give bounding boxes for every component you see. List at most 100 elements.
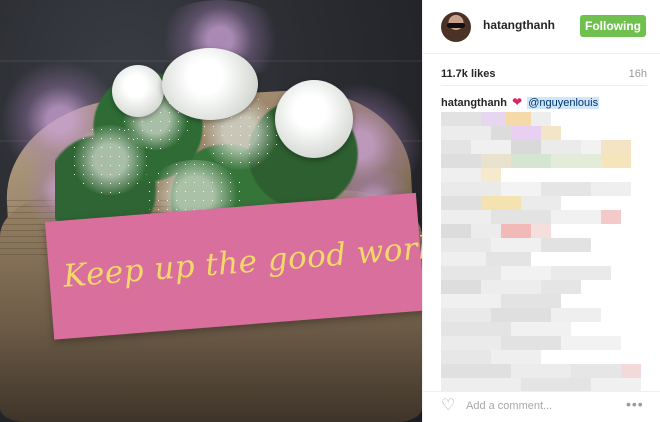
pixel-block: [601, 140, 631, 154]
pixel-block: [491, 210, 551, 224]
pixel-block: [551, 154, 601, 168]
pixel-block: [561, 336, 621, 350]
pixel-block: [441, 238, 491, 252]
pixel-block: [601, 154, 631, 168]
pixel-block: [441, 336, 501, 350]
pixel-block: [521, 378, 591, 392]
pixel-block: [511, 140, 541, 154]
comment-row: [441, 238, 591, 252]
white-rose: [162, 48, 258, 120]
pixel-block: [481, 154, 511, 168]
pixel-block: [621, 364, 641, 378]
post-header: hatangthanh Following: [423, 0, 660, 54]
white-rose: [112, 65, 164, 117]
comment-row: [441, 224, 551, 238]
pixel-block: [551, 210, 601, 224]
pixel-block: [501, 182, 541, 196]
pixel-block: [531, 224, 551, 238]
pixel-block: [481, 196, 521, 210]
comment-row: [441, 140, 631, 154]
pixel-block: [531, 112, 551, 126]
post-stats: 11.7k likes 16h: [441, 62, 647, 86]
pixel-block: [501, 266, 551, 280]
pixel-block: [441, 140, 471, 154]
pixel-block: [491, 350, 541, 364]
pixel-block: [541, 238, 591, 252]
pixel-block: [441, 182, 501, 196]
comment-row: [441, 154, 631, 168]
comment-row: [441, 168, 501, 182]
pixel-block: [506, 112, 531, 126]
pixel-block: [501, 224, 531, 238]
pixel-block: [591, 182, 631, 196]
pixel-block: [441, 266, 501, 280]
pixel-block: [491, 308, 551, 322]
pixel-block: [481, 112, 506, 126]
pixel-block: [571, 364, 621, 378]
pixel-block: [581, 140, 601, 154]
pixel-block: [511, 322, 571, 336]
pixel-block: [441, 280, 481, 294]
pixel-block: [541, 182, 591, 196]
pixel-block: [441, 210, 491, 224]
post-photo[interactable]: Keep up the good work.: [0, 0, 422, 422]
pixel-block: [471, 224, 501, 238]
sunglasses-icon: [447, 23, 465, 28]
pixel-block: [441, 112, 481, 126]
pixel-block: [486, 252, 531, 266]
pixel-block: [501, 336, 561, 350]
caption: hatangthanh ❤ @nguyenlouis: [441, 95, 600, 109]
mention-link[interactable]: @nguyenlouis: [527, 97, 600, 109]
pixel-block: [491, 126, 511, 140]
pixel-block: [601, 210, 621, 224]
pixel-block: [481, 168, 501, 182]
pixel-block: [501, 294, 561, 308]
heart-outline-icon[interactable]: ♡: [441, 398, 455, 414]
comment-row: [441, 182, 631, 196]
post-side-panel: hatangthanh Following 11.7k likes 16h ha…: [422, 0, 660, 422]
pixel-block: [471, 140, 511, 154]
comment-row: [441, 378, 641, 392]
heart-emoji-icon: ❤: [512, 95, 523, 109]
pixel-block: [591, 378, 641, 392]
pixel-block: [441, 294, 501, 308]
comment-row: [441, 210, 621, 224]
add-comment-input[interactable]: [466, 400, 616, 412]
pixel-block: [441, 196, 481, 210]
pixel-block: [511, 126, 541, 140]
pixel-block: [511, 154, 551, 168]
pixel-block: [441, 126, 491, 140]
comment-row: [441, 364, 641, 378]
pixel-block: [441, 308, 491, 322]
comment-row: [441, 252, 531, 266]
avatar[interactable]: [441, 12, 471, 42]
pixel-block: [441, 252, 486, 266]
pixel-block: [441, 350, 491, 364]
post-time[interactable]: 16h: [629, 68, 647, 80]
comment-row: [441, 126, 561, 140]
pixel-block: [441, 154, 481, 168]
comment-row: [441, 294, 561, 308]
pixel-block: [551, 308, 601, 322]
pixel-block: [541, 280, 581, 294]
username-link[interactable]: hatangthanh: [483, 18, 555, 32]
pixel-block: [441, 378, 521, 392]
pixel-block: [541, 140, 581, 154]
pixelated-comments: [441, 112, 645, 394]
pixel-block: [521, 196, 561, 210]
more-options-icon[interactable]: •••: [626, 396, 644, 412]
pixel-block: [511, 364, 571, 378]
likes-count[interactable]: 11.7k likes: [441, 68, 495, 80]
pixel-block: [441, 168, 481, 182]
pixel-block: [491, 238, 541, 252]
caption-author[interactable]: hatangthanh: [441, 97, 507, 109]
comment-row: [441, 308, 601, 322]
comment-row: [441, 336, 621, 350]
white-rose: [275, 80, 353, 158]
card-message: Keep up the good work.: [61, 228, 422, 295]
pixel-block: [551, 266, 611, 280]
following-button[interactable]: Following: [580, 15, 646, 37]
comment-row: [441, 112, 551, 126]
pixel-block: [541, 126, 561, 140]
comment-row: [441, 196, 561, 210]
